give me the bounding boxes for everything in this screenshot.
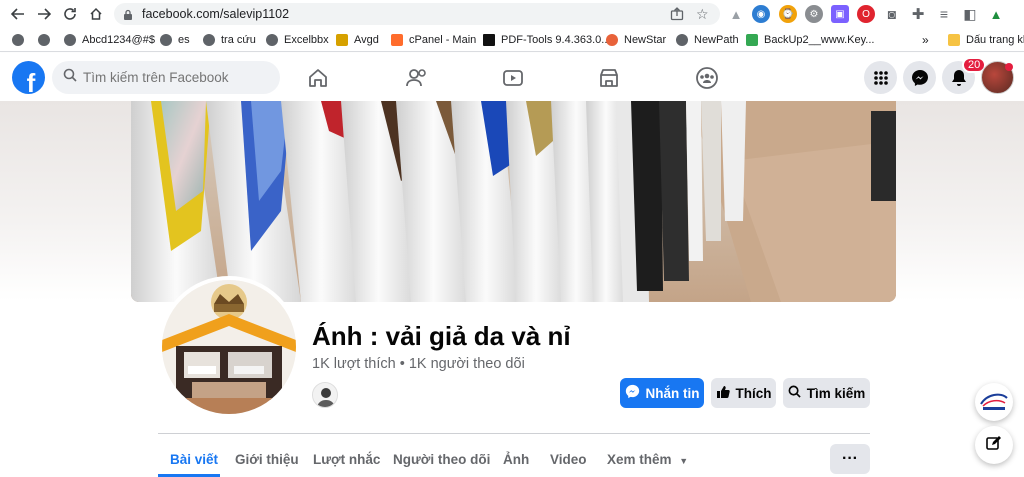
sidepanel-icon[interactable]: ◧ xyxy=(961,5,979,23)
share-icon[interactable] xyxy=(670,7,684,26)
reload-icon[interactable] xyxy=(60,4,80,24)
bookmark-item[interactable]: NewStar xyxy=(606,32,666,48)
bookmarks-overflow[interactable]: » xyxy=(922,32,929,48)
media-icon[interactable]: ≡ xyxy=(935,5,953,23)
browser-toolbar: facebook.com/salevip1102 ☆ ▲ ◉ ⌚ ⚙ ▣ O ◙… xyxy=(0,0,1024,28)
extension-a-icon[interactable]: ▲ xyxy=(727,5,745,23)
messenger-icon xyxy=(625,384,640,402)
friends-nav-icon[interactable] xyxy=(400,61,434,95)
globe-icon xyxy=(160,34,172,46)
drive-icon xyxy=(746,34,758,46)
opera-icon[interactable]: O xyxy=(857,5,875,23)
tab-about[interactable]: Giới thiệu xyxy=(235,452,299,467)
pdf-icon xyxy=(483,34,495,46)
groups-nav-icon[interactable] xyxy=(690,61,724,95)
globe-icon xyxy=(12,34,24,46)
star-icon[interactable]: ☆ xyxy=(696,6,709,23)
profile-page: Ánh : vải giả da và nỉ 1K lượt thích • 1… xyxy=(0,101,1024,477)
caret-down-icon: ▼ xyxy=(679,456,689,466)
page-title: Ánh : vải giả da và nỉ xyxy=(312,321,571,351)
bookmark-item[interactable]: NewPath xyxy=(676,32,739,48)
search-page-button[interactable]: Tìm kiếm xyxy=(783,378,870,408)
facebook-search[interactable] xyxy=(52,61,280,94)
menu-grid-icon[interactable] xyxy=(864,61,897,94)
thumbs-up-icon xyxy=(716,385,730,402)
globe-icon xyxy=(676,34,688,46)
messenger-icon[interactable] xyxy=(903,61,936,94)
facebook-header: f 20 xyxy=(0,53,1024,101)
bookmark-item[interactable] xyxy=(38,32,56,48)
bookmark-item[interactable]: Avgd xyxy=(336,32,379,48)
newstar-icon xyxy=(606,34,618,46)
bookmarks-bar: Abcd1234@#$ es tra cứu Excelbbx Avgd cPa… xyxy=(0,28,1024,52)
bookmark-item[interactable]: PDF-Tools 9.4.363.0... xyxy=(483,32,610,48)
page-stats: 1K lượt thích • 1K người theo dõi xyxy=(312,356,525,372)
cpanel-icon xyxy=(391,34,403,46)
bookmark-item[interactable] xyxy=(12,32,30,48)
tab-posts[interactable]: Bài viết xyxy=(170,452,218,467)
avatar-dot xyxy=(1005,63,1013,71)
extension-globe-icon[interactable]: ◉ xyxy=(752,5,770,23)
avgd-icon xyxy=(336,34,348,46)
globe-icon xyxy=(38,34,50,46)
forward-icon[interactable] xyxy=(34,4,54,24)
url-text: facebook.com/salevip1102 xyxy=(142,7,290,21)
floating-logo-button[interactable] xyxy=(975,383,1013,421)
extension-settings-icon[interactable]: ⚙ xyxy=(805,5,823,23)
bookmark-item[interactable]: BackUp2__www.Key... xyxy=(746,32,874,48)
section-divider xyxy=(158,433,870,434)
home-nav-icon[interactable] xyxy=(301,61,335,95)
bookmark-item[interactable]: Abcd1234@#$ xyxy=(64,32,155,48)
edit-icon xyxy=(986,435,1002,456)
facebook-logo[interactable]: f xyxy=(12,61,45,94)
search-icon xyxy=(788,385,801,401)
watch-nav-icon[interactable] xyxy=(496,61,530,95)
bookmark-item[interactable]: cPanel - Main xyxy=(391,32,476,48)
extension-image-icon[interactable]: ▣ xyxy=(831,5,849,23)
bookmark-item[interactable]: es xyxy=(160,32,190,48)
folder-icon xyxy=(948,34,960,46)
globe-icon xyxy=(64,34,76,46)
address-bar[interactable]: facebook.com/salevip1102 ☆ xyxy=(114,3,720,25)
profile-triangle-icon[interactable]: ▲ xyxy=(987,5,1005,23)
bookmark-item[interactable]: tra cứu xyxy=(203,32,256,48)
marketplace-nav-icon[interactable] xyxy=(592,61,626,95)
tab-photos[interactable]: Ảnh xyxy=(503,452,529,467)
cover-photo[interactable] xyxy=(131,101,896,302)
compose-button[interactable] xyxy=(975,426,1013,464)
search-input[interactable] xyxy=(83,70,273,85)
lock-icon xyxy=(123,8,133,26)
profile-picture[interactable] xyxy=(158,276,300,418)
camera-icon[interactable]: ◙ xyxy=(883,5,901,23)
bookmark-folder[interactable]: Dấu trang kh xyxy=(948,32,1024,48)
follower-avatar[interactable] xyxy=(312,382,338,408)
tab-mentions[interactable]: Lượt nhắc xyxy=(313,452,380,467)
like-button[interactable]: Thích xyxy=(711,378,776,408)
home-icon[interactable] xyxy=(86,4,106,24)
tab-more[interactable]: Xem thêm ▼ xyxy=(607,452,688,467)
message-button[interactable]: Nhắn tin xyxy=(620,378,704,408)
tab-videos[interactable]: Video xyxy=(550,452,587,467)
search-icon xyxy=(63,68,77,87)
globe-icon xyxy=(203,34,215,46)
globe-icon xyxy=(266,34,278,46)
back-icon[interactable] xyxy=(8,4,28,24)
more-options-button[interactable]: ··· xyxy=(830,444,870,474)
puzzle-icon[interactable]: ✚ xyxy=(909,5,927,23)
bookmark-item[interactable]: Excelbbx xyxy=(266,32,329,48)
extension-clock-icon[interactable]: ⌚ xyxy=(779,5,797,23)
tab-followers[interactable]: Người theo dõi xyxy=(393,452,490,467)
